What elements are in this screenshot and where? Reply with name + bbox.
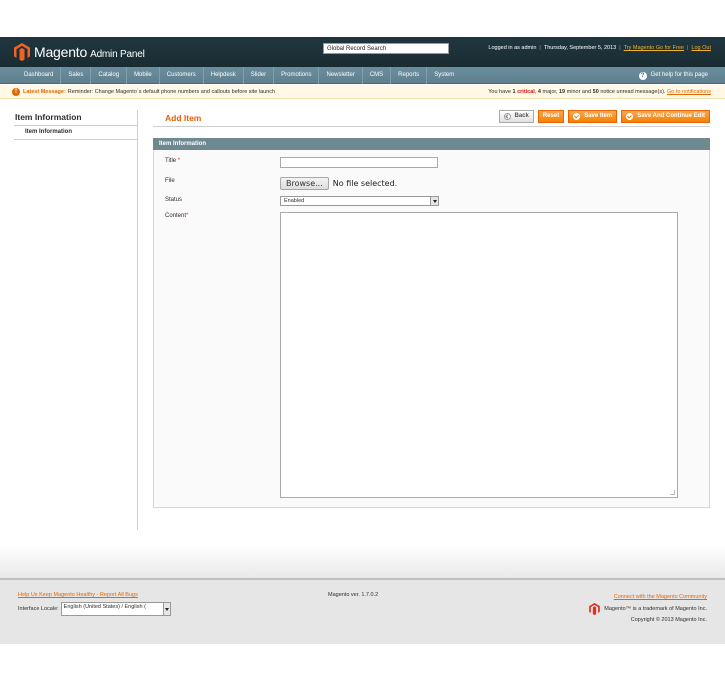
main-nav: Dashboard Sales Catalog Mobile Customers… bbox=[0, 67, 725, 84]
nav-newsletter[interactable]: Newsletter bbox=[319, 67, 363, 84]
locale-label: Interface Locale: bbox=[18, 606, 59, 612]
sidebar-tab-item-information[interactable]: Item Information bbox=[14, 126, 137, 140]
notifications-link[interactable]: Go to notifications bbox=[667, 89, 711, 95]
footer: Help Us Keep Magento Healthy - Report Al… bbox=[0, 578, 725, 644]
status-label: Status bbox=[165, 197, 183, 203]
resize-grip-icon[interactable] bbox=[670, 490, 675, 495]
main-content: Add Item Back Reset Save Item Save And C… bbox=[153, 110, 710, 508]
logged-in-text: Logged in as admin bbox=[488, 45, 537, 51]
nav-dashboard[interactable]: Dashboard bbox=[17, 67, 62, 84]
help-label: Get help for this page bbox=[650, 72, 708, 78]
sidebar-title: Item Information bbox=[14, 110, 137, 126]
trademark-row: Magento™ is a trademark of Magento Inc. bbox=[589, 603, 707, 615]
checkmark-icon bbox=[573, 113, 581, 120]
reset-button[interactable]: Reset bbox=[537, 110, 565, 123]
locale-select[interactable]: English (United States) / English ( bbox=[60, 602, 171, 616]
nav-cms[interactable]: CMS bbox=[363, 67, 392, 84]
magento-logo-icon bbox=[14, 43, 30, 61]
file-label: File bbox=[165, 178, 175, 184]
notice-counts: You have 1 critical, 4 major, 19 minor a… bbox=[488, 89, 711, 95]
locale-row: Interface Locale: English (United States… bbox=[18, 602, 171, 616]
nav-helpdesk[interactable]: Helpdesk bbox=[204, 67, 244, 84]
community-link[interactable]: Connect with the Magento Community bbox=[614, 594, 707, 600]
logo-text: Magento Admin Panel bbox=[34, 44, 145, 60]
dropdown-arrow-icon bbox=[162, 603, 170, 615]
nav-customers[interactable]: Customers bbox=[160, 67, 204, 84]
warning-icon: ! bbox=[12, 88, 20, 96]
magento-logo[interactable]: Magento Admin Panel bbox=[14, 42, 145, 62]
content-header: Add Item Back Reset Save Item Save And C… bbox=[153, 110, 710, 127]
required-mark: * bbox=[177, 158, 181, 164]
title-label: Title * bbox=[165, 158, 181, 164]
file-status-text: No file selected. bbox=[332, 179, 398, 188]
notice-label: Latest Message: bbox=[23, 89, 66, 95]
magento-version: Magento ver. 1.7.0.2 bbox=[328, 592, 379, 598]
browse-button[interactable]: Browse... bbox=[280, 177, 329, 190]
current-date: Thursday, September 5, 2013 bbox=[543, 45, 617, 51]
nav-sales[interactable]: Sales bbox=[61, 67, 92, 84]
nav-mobile[interactable]: Mobile bbox=[127, 67, 160, 84]
dropdown-arrow-icon bbox=[430, 197, 438, 205]
copyright: Copyright © 2013 Magento Inc. bbox=[630, 617, 707, 623]
file-upload: Browse... No file selected. bbox=[280, 177, 397, 190]
system-notice-bar: ! Latest Message: Reminder: Change Magen… bbox=[0, 85, 725, 99]
nav-system[interactable]: System bbox=[427, 67, 461, 84]
title-input[interactable] bbox=[280, 157, 438, 168]
footer-band bbox=[0, 545, 725, 578]
status-select[interactable]: Enabled bbox=[280, 196, 439, 206]
global-search-input[interactable]: Global Record Search bbox=[323, 43, 449, 54]
back-arrow-icon bbox=[503, 113, 511, 120]
nav-catalog[interactable]: Catalog bbox=[91, 67, 128, 84]
nav-slider[interactable]: Slider bbox=[244, 67, 275, 84]
help-link[interactable]: ? Get help for this page bbox=[638, 67, 708, 84]
nav-reports[interactable]: Reports bbox=[391, 67, 428, 84]
back-button[interactable]: Back bbox=[498, 110, 534, 123]
fieldset-legend: Item Information bbox=[153, 138, 710, 150]
save-and-continue-button[interactable]: Save And Continue Edit bbox=[621, 110, 710, 123]
sidebar: Item Information Item Information bbox=[14, 110, 138, 530]
report-bugs-link[interactable]: Help Us Keep Magento Healthy - Report Al… bbox=[18, 592, 138, 598]
notice-message: Reminder: Change Magento`s default phone… bbox=[67, 89, 276, 95]
save-item-button[interactable]: Save Item bbox=[568, 110, 618, 123]
magento-footer-logo-icon bbox=[589, 603, 601, 615]
admin-header: Magento Admin Panel Global Record Search … bbox=[0, 37, 725, 67]
header-user-info: Logged in as admin | Thursday, September 5… bbox=[488, 45, 711, 51]
try-magento-go-link[interactable]: Try Magento Go for Free bbox=[624, 45, 684, 51]
item-information-fieldset: Title * File Browse... No file selected.… bbox=[153, 150, 710, 508]
help-icon: ? bbox=[638, 71, 647, 80]
nav-promotions[interactable]: Promotions bbox=[274, 67, 320, 84]
content-label: Content* bbox=[165, 213, 189, 219]
status-selected-value: Enabled bbox=[284, 198, 305, 204]
content-textarea[interactable] bbox=[280, 212, 678, 498]
checkmark-icon bbox=[626, 113, 634, 120]
page-title: Add Item bbox=[165, 113, 202, 123]
logout-link[interactable]: Log Out bbox=[691, 45, 711, 51]
